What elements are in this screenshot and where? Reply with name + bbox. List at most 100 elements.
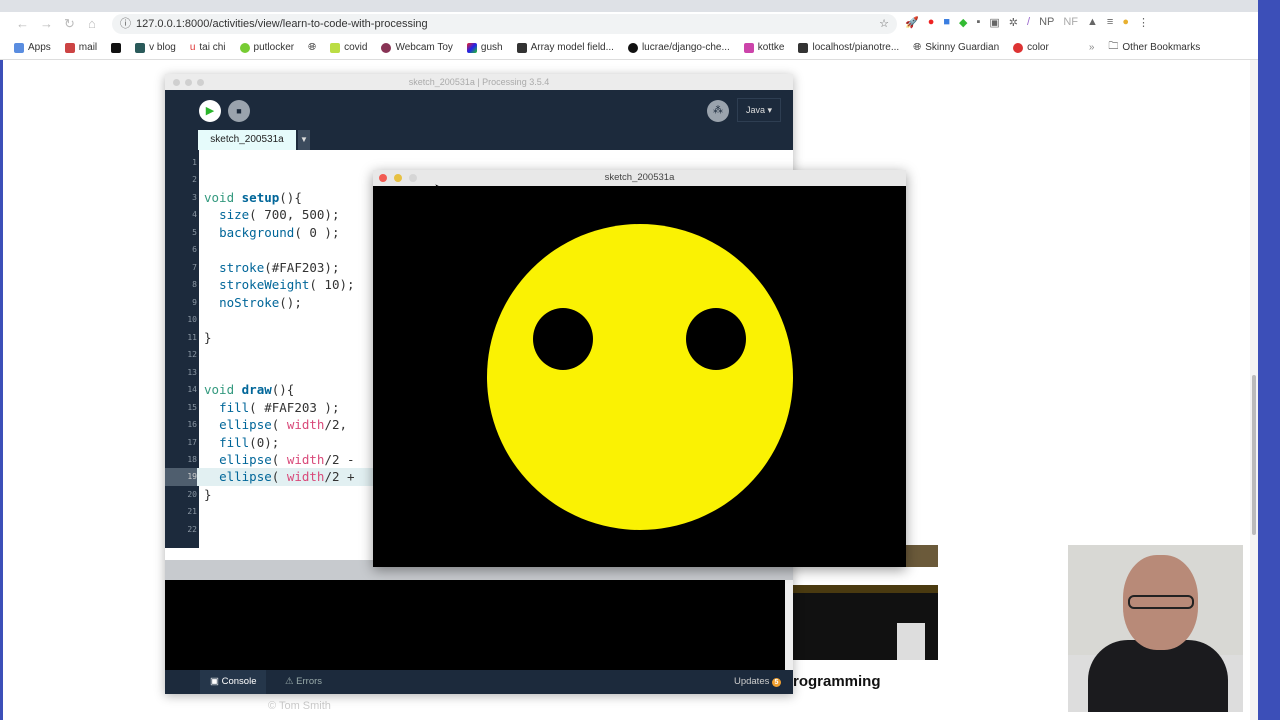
bookmark-vblog[interactable]: v blog	[135, 42, 176, 53]
line-number: 8	[192, 280, 197, 290]
info-icon[interactable]: ⓘ	[120, 14, 131, 34]
code-token: background	[219, 224, 295, 240]
close-button[interactable]	[379, 174, 387, 182]
line-text: stroke(#FAF203);	[204, 259, 339, 276]
bookmark-tiktok[interactable]	[111, 42, 122, 53]
code-token: (#FAF203);	[264, 259, 340, 275]
tab-errors[interactable]: ⚠ Errors	[275, 670, 332, 694]
play-icon	[239, 42, 250, 53]
browser-tab-strip[interactable]	[0, 0, 1280, 12]
bookmark-pianotre[interactable]: localhost/pianotre...	[798, 42, 899, 53]
tab-sketch[interactable]: sketch_200531a	[198, 130, 296, 150]
bookmark-github[interactable]: lucrae/django-che...	[627, 42, 730, 53]
d-extension-icon[interactable]: ■	[943, 16, 950, 29]
vblog-icon	[135, 42, 146, 53]
line-number: 7	[192, 262, 197, 272]
other-bookmarks[interactable]: 🗀 Other Bookmarks	[1108, 39, 1200, 56]
drive-extension-icon[interactable]: ▲	[1087, 16, 1098, 29]
updates-button[interactable]: Updates 5	[734, 670, 781, 694]
code-token: (	[271, 451, 287, 467]
thumbnail-titlebar	[793, 585, 938, 593]
bookmark-putlocker[interactable]: putlocker	[239, 42, 294, 53]
bookmark-tai-chi[interactable]: u tai chi	[190, 42, 226, 53]
close-button[interactable]	[173, 79, 180, 86]
opera-extension-icon[interactable]: ●	[928, 16, 935, 29]
bookmarks-bar: Apps mail v blog u tai chi putlocker 🌐︎ c…	[0, 36, 1258, 60]
maximize-button[interactable]	[409, 174, 417, 182]
covid-icon	[330, 42, 341, 53]
extensions-bar: 🚀 ● ■ ◆ ▪ ▣ ✲ / NP NF ▲ ≡ ● ⋮	[905, 16, 1149, 29]
apps-grid-icon	[14, 42, 24, 53]
line-number: 6	[192, 245, 197, 255]
line-text: noStroke();	[204, 294, 302, 311]
minimize-button[interactable]	[185, 79, 192, 86]
p-extension-icon[interactable]: ▪	[976, 16, 980, 29]
code-token: (){	[271, 382, 295, 398]
bookmark-skinny-guardian[interactable]: 🌐︎ Skinny Guardian	[913, 42, 999, 53]
bookmark-mail[interactable]: mail	[64, 42, 97, 53]
piano-icon	[798, 42, 809, 53]
address-bar[interactable]: ⓘ 127.0.0.1:8000/activities/view/learn-to…	[112, 14, 897, 34]
bookmark-kottke[interactable]: kottke	[743, 42, 784, 53]
forward-icon[interactable]: →	[40, 16, 53, 31]
o-extension-icon[interactable]: ▣	[989, 16, 999, 29]
run-button[interactable]: ▶	[199, 100, 221, 122]
tab-console[interactable]: ▣ Console	[200, 670, 267, 694]
line-number: 22	[187, 524, 197, 534]
console-scrollbar[interactable]	[785, 580, 793, 670]
more-bookmarks-button[interactable]: »	[1089, 42, 1095, 53]
line-text: fill(0);	[204, 434, 279, 451]
debug-button[interactable]: ⁂	[707, 100, 729, 122]
line-number: 2	[192, 175, 197, 185]
code-token: ( 0 );	[294, 224, 340, 240]
np-extension-icon[interactable]: NP	[1039, 16, 1054, 29]
bookmark-star-icon[interactable]: ☆	[879, 14, 889, 34]
feedly-extension-icon[interactable]: ◆	[959, 16, 967, 29]
line-number: 18	[187, 454, 197, 464]
reload-icon[interactable]: ↻	[64, 16, 75, 32]
media-icon[interactable]: ≡	[1107, 16, 1113, 29]
bookmark-color[interactable]: color	[1013, 42, 1049, 53]
code-token: stroke	[219, 259, 265, 275]
pen-extension-icon[interactable]: /	[1027, 16, 1030, 29]
bookmark-array-model[interactable]: Array model field...	[516, 42, 614, 53]
code-token: void	[204, 382, 242, 398]
bookmark-webcam-toy[interactable]: Webcam Toy	[381, 42, 453, 53]
code-token: size	[219, 207, 250, 223]
bookmark-apps[interactable]: Apps	[14, 42, 51, 53]
sketch-title-bar[interactable]: sketch_200531a	[373, 170, 906, 186]
rocket-extension-icon[interactable]: 🚀	[905, 16, 919, 29]
stop-button[interactable]: ■	[228, 100, 250, 122]
bookmark-gush[interactable]: gush	[466, 42, 503, 53]
back-icon[interactable]: ←	[16, 16, 29, 31]
bookmark-globe[interactable]: 🌐︎	[308, 42, 316, 53]
profile-avatar[interactable]: ●	[1122, 16, 1129, 29]
console-icon: ▣	[210, 676, 222, 687]
console-output[interactable]	[165, 580, 785, 670]
code-line[interactable]: 1	[165, 154, 793, 171]
bookmark-covid[interactable]: covid	[330, 42, 367, 53]
book-icon	[516, 42, 527, 53]
tutorial-thumbnail[interactable]	[793, 585, 938, 660]
code-token: void	[204, 189, 242, 205]
ide-title-bar[interactable]: sketch_200531a | Processing 3.5.4	[165, 74, 793, 90]
home-icon[interactable]: ⌂	[88, 16, 96, 31]
line-number: 19	[165, 468, 197, 486]
line-text: size( 700, 500);	[204, 206, 339, 223]
tab-menu-button[interactable]: ▼	[298, 130, 310, 150]
mode-selector[interactable]: Java ▾	[737, 98, 781, 122]
gear-extension-icon[interactable]: ✲	[1009, 16, 1018, 29]
folder-icon: 🗀	[1108, 41, 1119, 52]
thumbnail-image[interactable]	[906, 545, 938, 567]
line-text: background( 0 );	[204, 224, 339, 241]
line-number: 10	[187, 315, 197, 325]
menu-icon[interactable]: ⋮	[1138, 16, 1149, 29]
code-token: fill	[219, 434, 250, 450]
url-text: 127.0.0.1:8000/activities/view/learn-to-…	[136, 18, 428, 30]
maximize-button[interactable]	[197, 79, 204, 86]
minimize-button[interactable]	[394, 174, 402, 182]
page-scrollbar-thumb[interactable]	[1252, 375, 1256, 535]
nf-extension-icon[interactable]: NF	[1063, 16, 1078, 29]
